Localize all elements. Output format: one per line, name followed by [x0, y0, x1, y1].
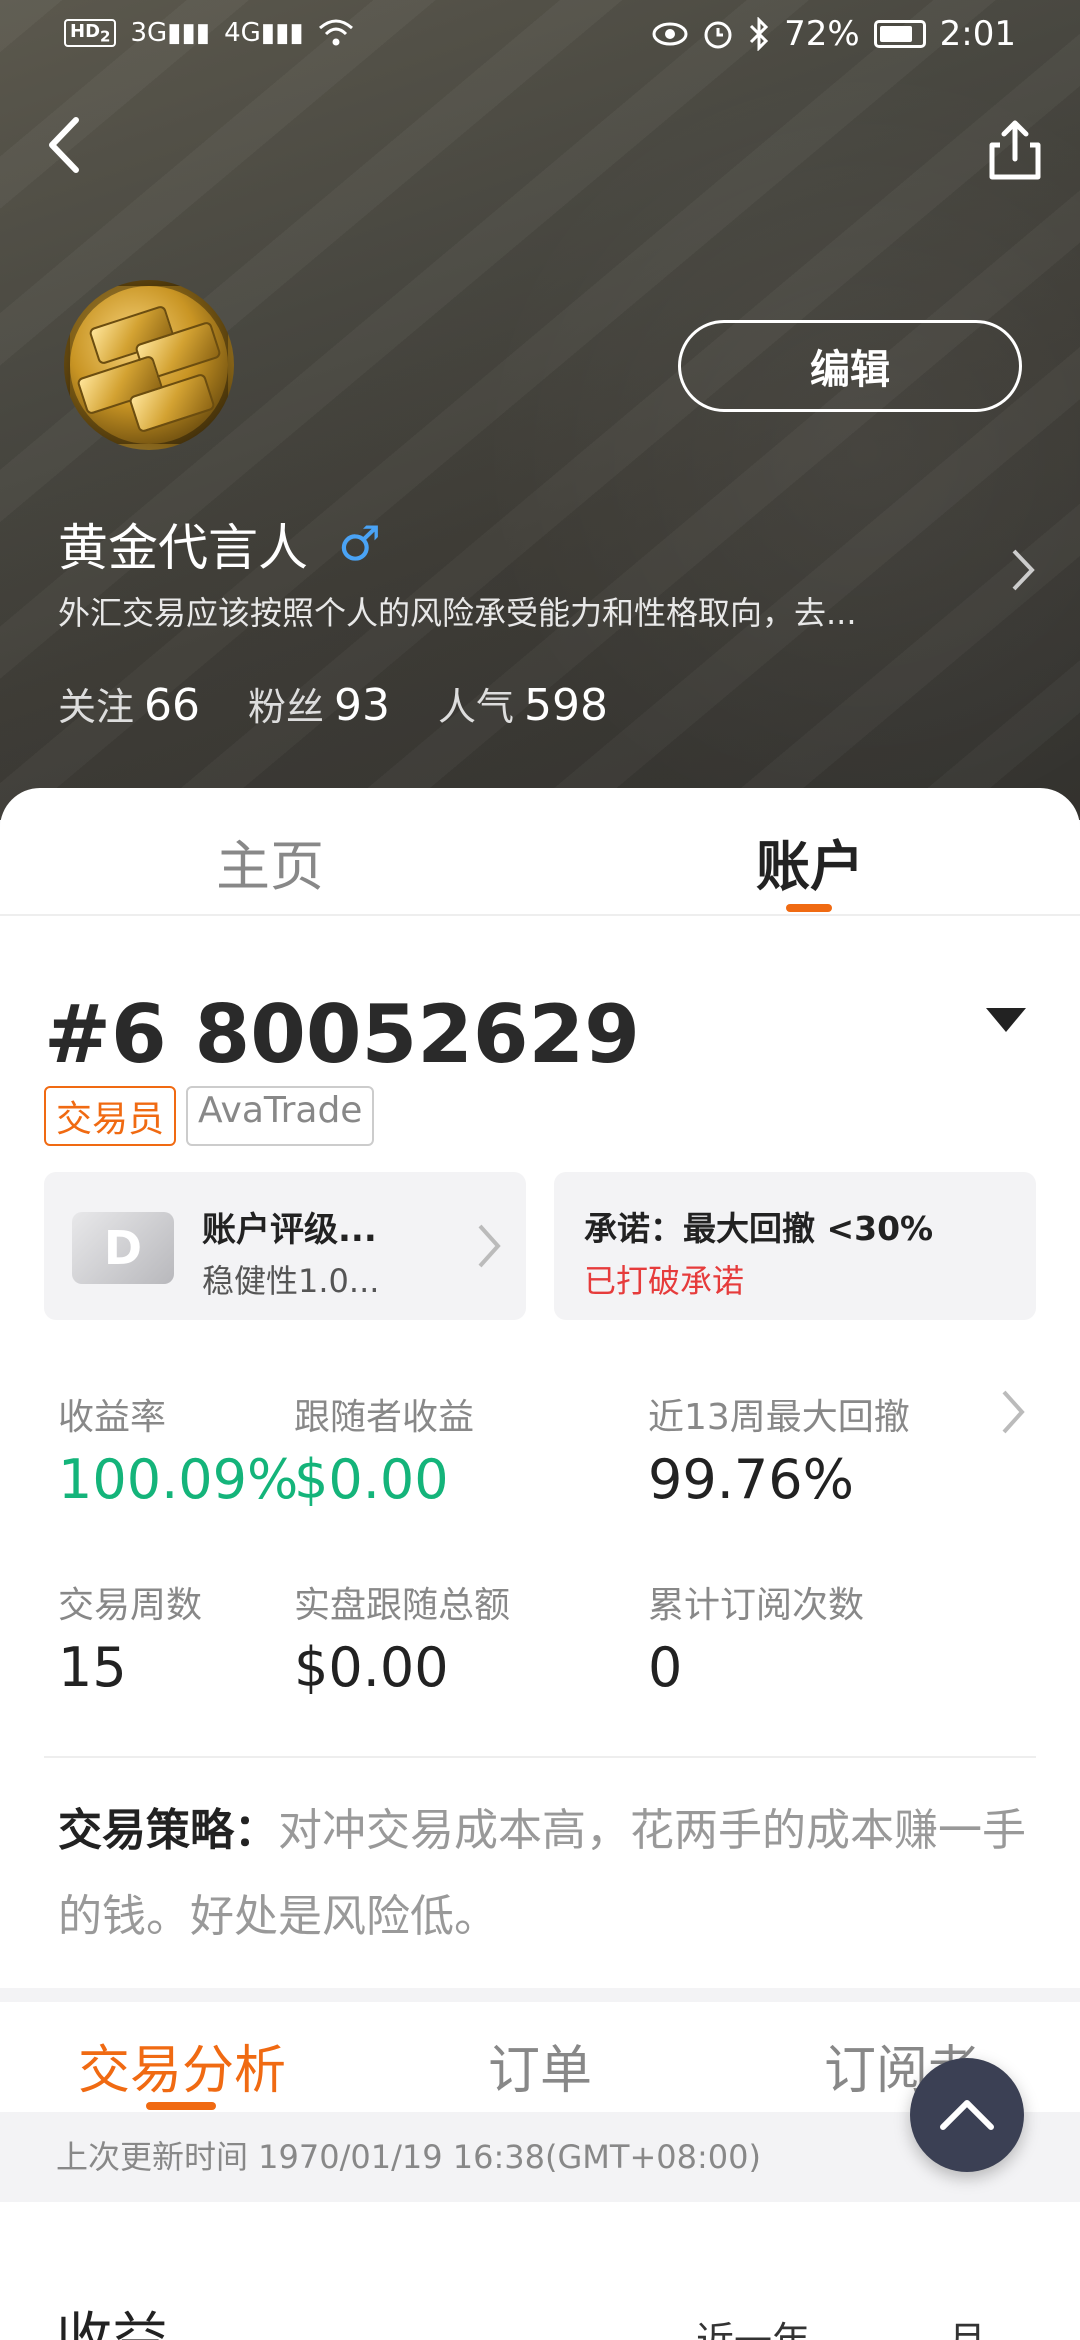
trader-tag: 交易员	[44, 1086, 177, 1146]
earnings-section: 收益 近一年 ⌄ 月 ⌄	[0, 2202, 1080, 2340]
section-gap	[0, 1988, 1080, 2002]
account-card: 主页 账户 #6 80052629 交易员 AvaTrade D 账户评级...…	[0, 788, 1080, 1988]
chevron-up-icon	[940, 2100, 994, 2130]
chevron-down-icon: ⌄	[998, 2319, 1030, 2340]
edit-button[interactable]: 编辑	[678, 320, 1022, 412]
metric-trading-weeks: 交易周数 15	[58, 1585, 203, 1699]
tab-orders[interactable]: 订单	[488, 2028, 592, 2103]
broker-tag: AvaTrade	[186, 1086, 375, 1146]
profile-name-row[interactable]: 黄金代言人 ♂	[58, 508, 381, 580]
profile-tabs: 主页 账户	[0, 788, 1080, 916]
metric-follow-amount: 实盘跟随总额 $0.00	[294, 1585, 511, 1699]
trading-strategy: 交易策略：对冲交易成本高，花两手的成本赚一手的钱。好处是风险低。	[58, 1788, 1038, 1960]
tab-account[interactable]: 账户	[756, 822, 864, 901]
chevron-right-icon[interactable]	[1000, 1388, 1026, 1436]
stat-followers[interactable]: 粉丝 93	[248, 676, 390, 731]
active-tab-indicator	[146, 2102, 216, 2110]
alarm-icon	[704, 21, 732, 49]
clock: 2:01	[939, 14, 1016, 54]
account-number: #6 80052629	[44, 988, 640, 1081]
earnings-heading: 收益	[56, 2307, 168, 2340]
share-icon[interactable]	[980, 115, 1050, 185]
rating-subtitle: 稳健性1.0...	[202, 1262, 380, 1300]
back-arrow-icon[interactable]	[36, 110, 96, 180]
profile-bio[interactable]: 外汇交易应该按照个人的风险承受能力和性格取向，去...	[58, 588, 958, 634]
active-tab-indicator	[786, 904, 832, 912]
period-filter[interactable]: 近一年 ⌄	[696, 2310, 854, 2340]
profile-header: HD2 3G▮▮▮ 4G▮▮▮ 72% 2:01 编辑 黄金代言人 ♂ 外汇交易…	[0, 0, 1080, 820]
granularity-filter[interactable]: 月 ⌄	[948, 2310, 1030, 2340]
promise-box: 承诺：最大回撤 <30% 已打破承诺	[554, 1172, 1036, 1320]
stat-popularity: 人气 598	[438, 680, 609, 731]
bluetooth-icon	[750, 17, 769, 51]
metric-return-rate: 收益率 100.09%	[58, 1397, 299, 1511]
metric-max-drawdown: 近13周最大回撤 99.76%	[648, 1397, 910, 1511]
promise-status: 已打破承诺	[584, 1262, 745, 1300]
wifi-icon	[318, 19, 353, 46]
metric-follower-profit: 跟随者收益 $0.00	[294, 1397, 475, 1511]
divider	[44, 1756, 1036, 1758]
rating-grade-badge: D	[72, 1212, 174, 1284]
chevron-right-icon[interactable]	[1006, 545, 1040, 595]
scroll-to-top-button[interactable]	[910, 2058, 1024, 2172]
signal-3g-icon: 3G▮▮▮	[130, 18, 211, 48]
stat-following[interactable]: 关注 66	[58, 676, 200, 731]
tab-home[interactable]: 主页	[216, 822, 324, 901]
account-tags: 交易员 AvaTrade	[44, 1086, 375, 1146]
hd-badge: HD2	[64, 18, 117, 48]
chevron-down-icon: ⌄	[822, 2319, 854, 2340]
promise-title: 承诺：最大回撤 <30%	[584, 1209, 934, 1248]
battery-percent: 72%	[784, 14, 860, 54]
status-bar: HD2 3G▮▮▮ 4G▮▮▮ 72% 2:01	[0, 0, 1080, 72]
profile-name: 黄金代言人	[58, 519, 308, 577]
male-gender-icon: ♂	[338, 516, 382, 572]
eye-icon	[652, 22, 688, 46]
rating-title: 账户评级...	[202, 1210, 377, 1250]
account-rating-box[interactable]: D 账户评级... 稳健性1.0...	[44, 1172, 526, 1320]
strategy-label: 交易策略：	[58, 1805, 278, 1856]
chevron-right-icon	[478, 1224, 501, 1268]
signal-4g-icon: 4G▮▮▮	[224, 18, 304, 48]
avatar[interactable]	[64, 280, 234, 450]
metric-subscriptions: 累计订阅次数 0	[648, 1585, 865, 1699]
profile-stats: 关注 66 粉丝 93 人气 598	[58, 676, 608, 731]
dropdown-caret-icon[interactable]	[986, 1008, 1026, 1032]
tab-trade-analysis[interactable]: 交易分析	[78, 2028, 286, 2103]
battery-icon	[873, 20, 926, 48]
